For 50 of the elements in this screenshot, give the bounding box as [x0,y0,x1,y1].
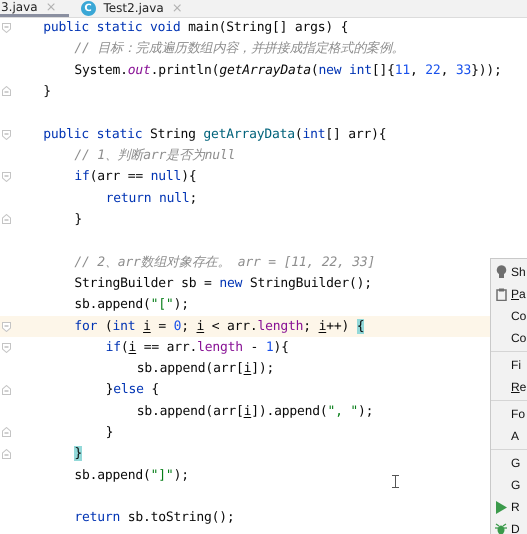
code-line: return sb.toString(); [74,509,235,528]
code-line: return null; [106,190,198,208]
code-line: sb.append("["); [74,296,189,314]
menu-item[interactable]: R [491,496,527,518]
code-line: if(arr == null){ [74,168,196,186]
code-line: }else { [106,381,160,400]
fold-icon[interactable] [2,172,11,182]
code-line: } [106,424,114,442]
fold-icon[interactable] [2,322,11,332]
fold-icon[interactable] [2,448,11,459]
editor-tab[interactable]: 3.java × [0,0,68,17]
code-line: public static String getArrayData(int[] arr){ [43,126,386,144]
menu-item[interactable]: G [491,452,527,474]
code-line: for (int i = 0; i < arr.length; i++) { [74,318,364,336]
fold-icon[interactable] [2,342,11,353]
menu-item[interactable]: Pa [491,283,527,305]
menu-item[interactable]: D [491,518,527,534]
menu-item[interactable]: Re [491,376,527,398]
menu-item[interactable]: Fi [491,354,527,376]
run-icon [496,500,506,514]
code-line: sb.append("]"); [74,466,189,485]
editor-tab[interactable]: C Test2.java × [68,0,195,17]
code-line: sb.append(arr[i]).append(", "); [136,402,374,421]
fold-icon[interactable] [2,23,11,33]
menu-item[interactable]: G [491,474,527,496]
lightbulb-icon [496,265,506,279]
code-line: sb.append(arr[i]); [136,360,274,378]
code-line: if(i == arr.length - 1){ [106,338,289,357]
code-line: } [43,82,51,101]
fold-icon[interactable] [2,427,11,438]
code-line: // 1、判断arr是否为null [74,146,236,165]
bug-icon [495,523,507,534]
menu-item[interactable]: Sh [491,261,527,283]
fold-icon[interactable] [2,86,11,96]
code-line: public static void main(String[] args) { [43,18,348,37]
code-line: StringBuilder sb = new StringBuilder(); [74,274,372,293]
clipboard-icon [496,288,506,300]
code-line: // 目标：完成遍历数组内容，并拼接成指定格式的案例。 [74,40,404,58]
fold-icon[interactable] [2,214,11,224]
fold-icon[interactable] [2,130,11,140]
menu-item[interactable]: Co [491,305,527,327]
fold-icon[interactable] [2,384,11,395]
code-line: // 2、arr数组对象存在。 arr = [11, 22, 33] [74,254,376,272]
code-line: } [74,210,82,229]
class-badge: C [80,1,96,16]
menu-item[interactable]: Fo [491,403,527,425]
menu-item[interactable]: A [491,425,527,447]
code-line: System.out.println(getArrayData(new int[]{11, 22, 33})); [74,62,502,80]
menu-item[interactable]: Co [491,327,527,349]
text-cursor-icon [392,475,399,488]
